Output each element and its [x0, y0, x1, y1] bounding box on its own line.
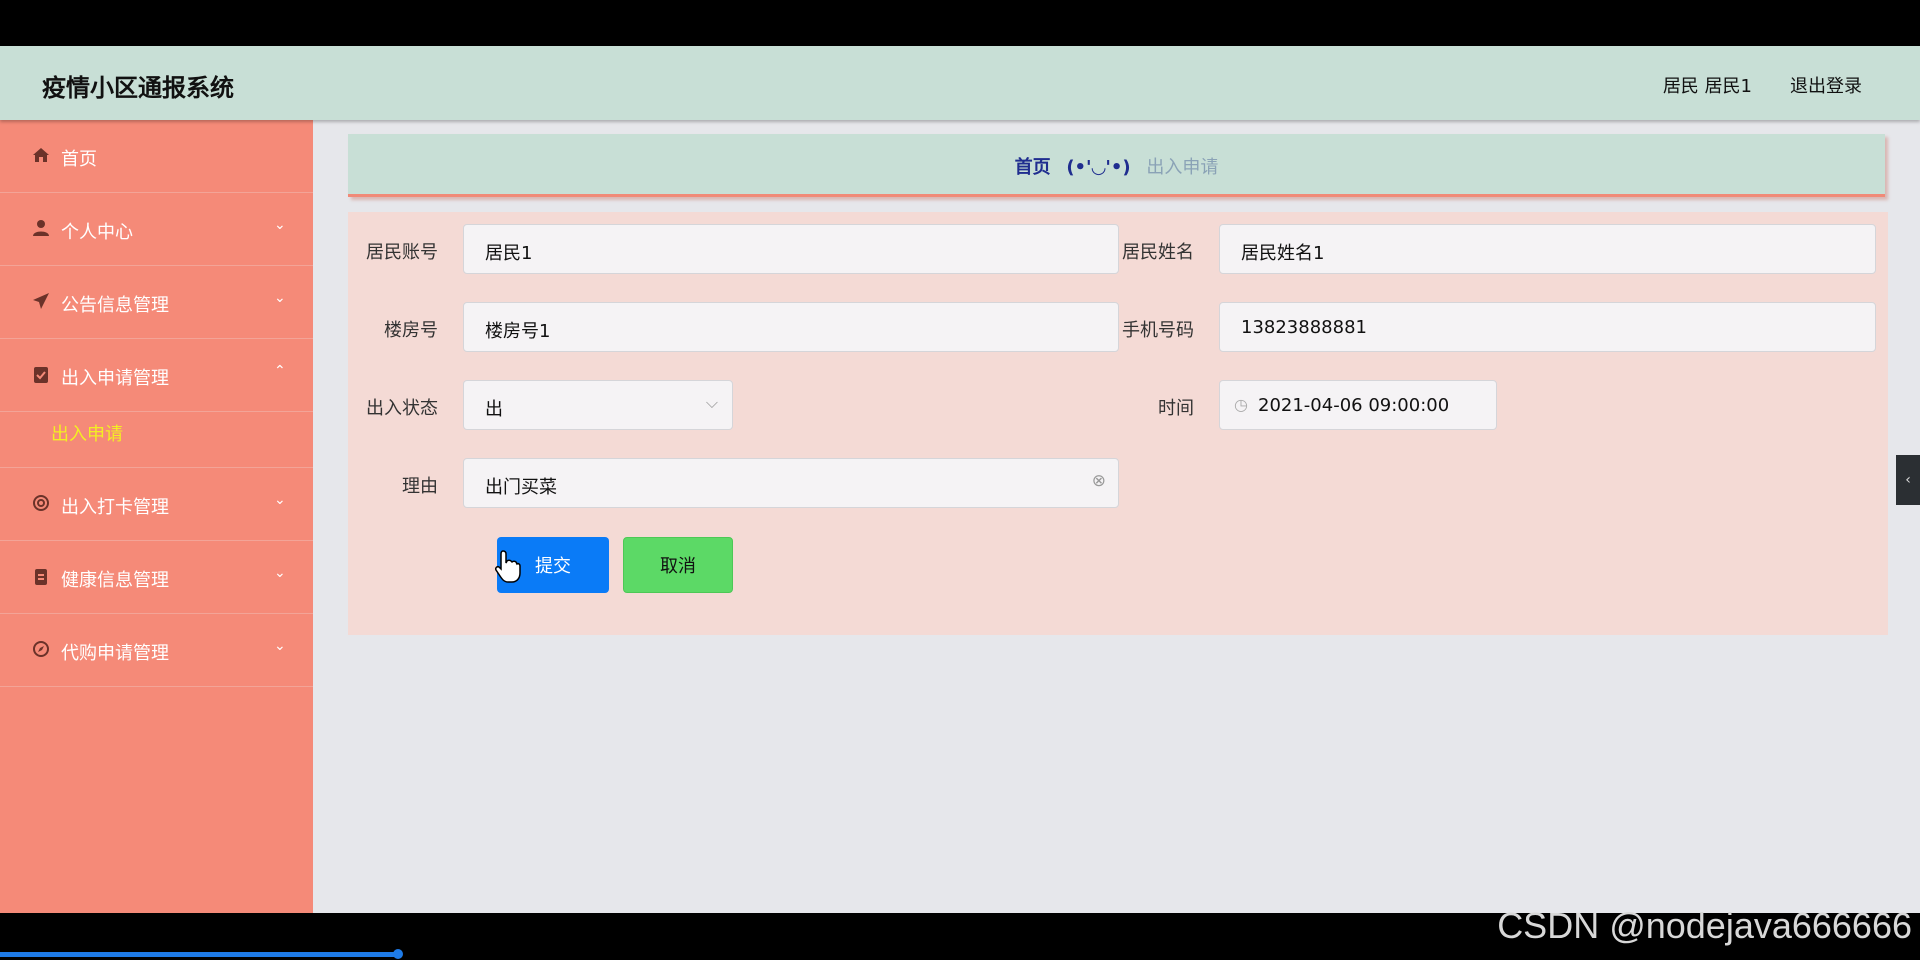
- time-label: 时间: [1158, 398, 1194, 419]
- sidebar-item-notice[interactable]: 公告信息管理 ⌄: [0, 266, 313, 339]
- sidebar-item-health[interactable]: 健康信息管理 ⌄: [0, 541, 313, 614]
- user-info: 居民 居民1: [1662, 76, 1752, 97]
- home-icon: [32, 146, 50, 164]
- video-progress-bar[interactable]: [0, 952, 398, 957]
- sidebar-item-label: 健康信息管理: [61, 570, 169, 591]
- clipboard-check-icon: [32, 365, 50, 383]
- reason-value: 出门买菜: [485, 477, 557, 498]
- building-label: 楼房号: [384, 320, 438, 341]
- drawer-toggle[interactable]: ‹: [1896, 455, 1920, 505]
- user-icon: [32, 219, 50, 237]
- breadcrumb-home[interactable]: 首页: [1015, 157, 1051, 178]
- phone-field[interactable]: 13823888881: [1219, 302, 1876, 352]
- chevron-down-icon: ⌄: [274, 638, 286, 654]
- building-value: 楼房号1: [485, 321, 551, 342]
- sidebar-item-profile[interactable]: 个人中心 ⌄: [0, 193, 313, 266]
- sidebar-item-checkin[interactable]: 出入打卡管理 ⌄: [0, 468, 313, 541]
- clear-icon[interactable]: ⊗: [1092, 471, 1106, 491]
- watermark: CSDN @nodejava666666: [1497, 905, 1912, 946]
- account-label: 居民账号: [366, 242, 438, 263]
- breadcrumb: 首页 (•'◡'•) 出入申请: [348, 153, 1885, 179]
- app-header: 疫情小区通报系统 居民 居民1 退出登录: [0, 46, 1920, 120]
- chevron-left-icon: ‹: [1905, 472, 1911, 488]
- sidebar-item-label: 公告信息管理: [61, 295, 169, 316]
- chevron-down-icon: ⌵: [705, 393, 718, 412]
- top-letterbox: [0, 0, 1920, 46]
- name-field[interactable]: 居民姓名1: [1219, 224, 1876, 274]
- main-content: 首页 (•'◡'•) 出入申请 居民账号 居民1 居民姓名 居民姓名1 楼房号 …: [313, 120, 1920, 913]
- chevron-down-icon: ⌄: [274, 290, 286, 306]
- hand-cursor-icon: [495, 550, 521, 583]
- sidebar-subitem-access-apply[interactable]: 出入申请: [0, 412, 313, 468]
- breadcrumb-bar: 首页 (•'◡'•) 出入申请: [348, 134, 1885, 197]
- cancel-button[interactable]: 取消: [623, 537, 733, 593]
- account-value: 居民1: [485, 243, 533, 264]
- sidebar: 首页 个人中心 ⌄ 公告信息管理 ⌄ 出入申请管理 ⌃ 出入申请 出入打卡管理 …: [0, 120, 313, 913]
- breadcrumb-current: 出入申请: [1146, 157, 1219, 178]
- building-field[interactable]: 楼房号1: [463, 302, 1119, 352]
- sidebar-item-label: 出入申请管理: [61, 368, 169, 389]
- phone-label: 手机号码: [1122, 320, 1194, 341]
- phone-value: 13823888881: [1241, 317, 1367, 338]
- sidebar-subitem-label: 出入申请: [51, 424, 123, 445]
- sidebar-item-purchase[interactable]: 代购申请管理 ⌄: [0, 614, 313, 687]
- chevron-down-icon: ⌄: [274, 492, 286, 508]
- send-icon: [32, 292, 50, 310]
- clock-icon: ◷: [1234, 395, 1248, 414]
- sidebar-item-access[interactable]: 出入申请管理 ⌃: [0, 339, 313, 412]
- clipboard-icon: [32, 567, 50, 585]
- sidebar-item-label: 个人中心: [61, 222, 133, 243]
- account-field[interactable]: 居民1: [463, 224, 1119, 274]
- status-value: 出: [485, 399, 503, 420]
- name-label: 居民姓名: [1122, 242, 1194, 263]
- sidebar-item-label: 出入打卡管理: [61, 497, 169, 518]
- time-picker[interactable]: ◷ 2021-04-06 09:00:00: [1219, 380, 1497, 430]
- app-title: 疫情小区通报系统: [42, 74, 234, 102]
- status-select[interactable]: 出 ⌵: [463, 380, 733, 430]
- status-label: 出入状态: [366, 398, 438, 419]
- lifebuoy-icon: [32, 494, 50, 512]
- compass-icon: [32, 640, 50, 658]
- time-value: 2021-04-06 09:00:00: [1258, 395, 1450, 416]
- reason-label: 理由: [402, 476, 438, 497]
- sidebar-item-home[interactable]: 首页: [0, 120, 313, 193]
- sidebar-item-label: 首页: [61, 149, 97, 170]
- sidebar-item-label: 代购申请管理: [61, 643, 169, 664]
- chevron-up-icon: ⌃: [274, 363, 286, 379]
- chevron-down-icon: ⌄: [274, 217, 286, 233]
- logout-link[interactable]: 退出登录: [1790, 72, 1862, 98]
- reason-field[interactable]: 出门买菜 ⊗: [463, 458, 1119, 508]
- chevron-down-icon: ⌄: [274, 565, 286, 581]
- breadcrumb-separator: (•'◡'•): [1066, 157, 1131, 178]
- name-value: 居民姓名1: [1241, 243, 1325, 264]
- form-panel: 居民账号 居民1 居民姓名 居民姓名1 楼房号 楼房号1 手机号码 138238…: [348, 212, 1888, 635]
